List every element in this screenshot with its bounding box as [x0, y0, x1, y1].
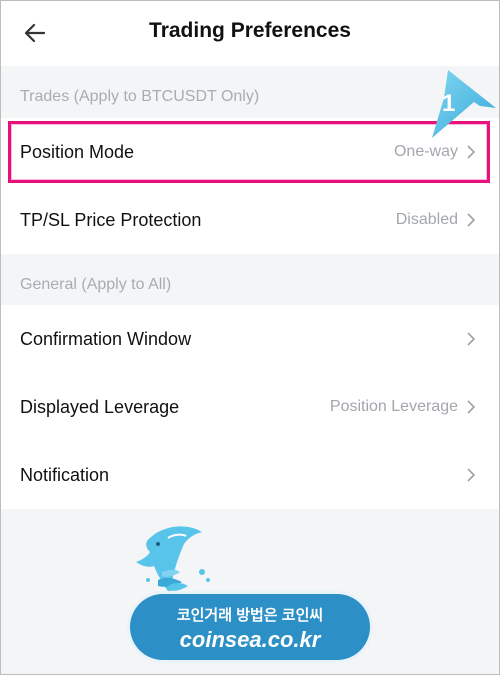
- row-label: Notification: [20, 465, 110, 485]
- chevron-right-icon: [467, 145, 476, 159]
- row-label: Position Mode: [20, 142, 135, 162]
- watermark-url: coinsea.co.kr: [179, 627, 321, 652]
- chevron-right-icon: [467, 213, 476, 227]
- chevron-right-icon: [467, 332, 476, 346]
- header: Trading Preferences: [0, 0, 500, 66]
- row-tpsl-price-protection[interactable]: TP/SL Price Protection Disabled: [0, 186, 500, 254]
- watermark-korean-text: 코인거래 방법은 코인씨: [176, 607, 324, 624]
- row-confirmation-window[interactable]: Confirmation Window: [0, 305, 500, 373]
- row-label: TP/SL Price Protection: [20, 210, 202, 230]
- row-value: Position Leverage: [329, 398, 458, 415]
- section-label-trades: Trades (Apply to BTCUSDT Only): [20, 88, 260, 105]
- cursor-arrow-icon: [432, 70, 496, 138]
- row-value: Disabled: [395, 211, 458, 228]
- row-label: Confirmation Window: [20, 329, 192, 349]
- chevron-right-icon: [467, 468, 476, 482]
- chevron-right-icon: [467, 400, 476, 414]
- page-title: Trading Preferences: [149, 19, 351, 42]
- row-notification[interactable]: Notification: [0, 441, 500, 509]
- row-label: Displayed Leverage: [20, 397, 180, 417]
- row-displayed-leverage[interactable]: Displayed Leverage Position Leverage: [0, 373, 500, 441]
- row-value: One-way: [393, 143, 458, 160]
- section-label-general: General (Apply to All): [20, 276, 172, 293]
- step-number: 1: [442, 90, 456, 117]
